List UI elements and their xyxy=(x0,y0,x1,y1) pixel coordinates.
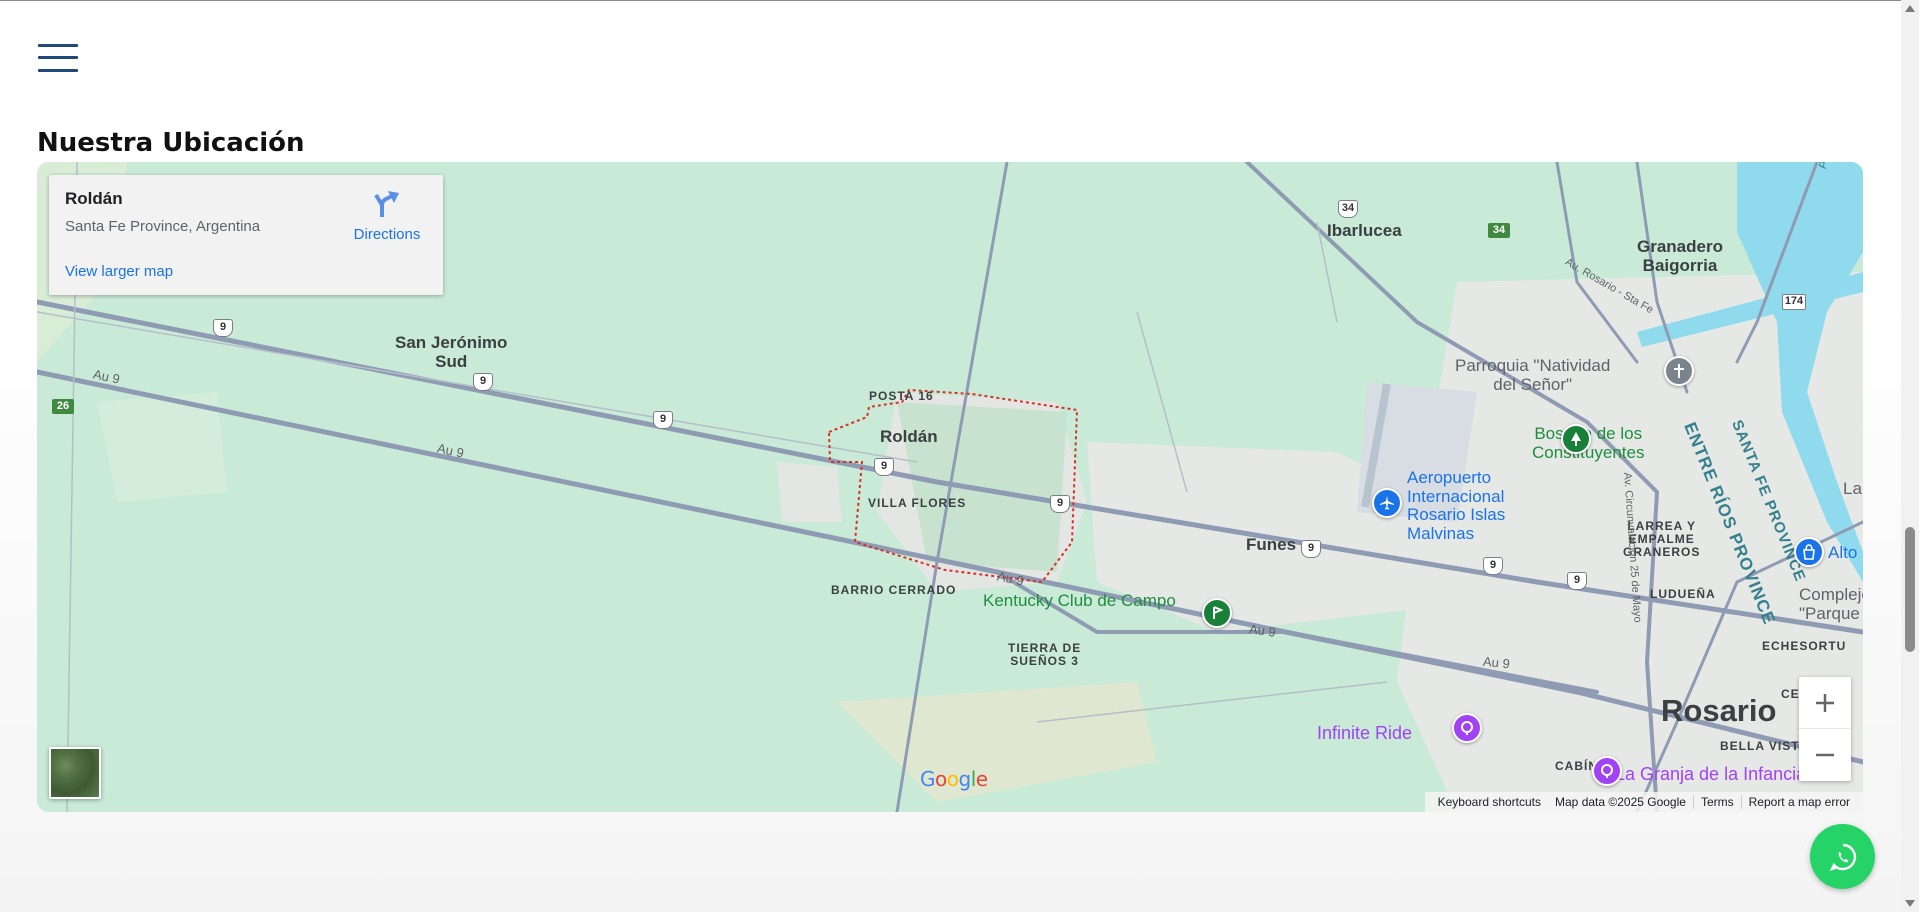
place-address: Santa Fe Province, Argentina xyxy=(65,218,261,235)
map-label-luduena: LUDUEÑA xyxy=(1650,587,1716,601)
airport-icon[interactable] xyxy=(1372,488,1402,518)
route-shield-9: 9 xyxy=(1050,495,1070,513)
map-label-san-jeronimo: San Jerónimo Sud xyxy=(395,333,508,371)
minus-icon xyxy=(1816,753,1834,757)
map-label-la: La xyxy=(1843,479,1862,498)
view-larger-map-link[interactable]: View larger map xyxy=(65,263,173,280)
map-label-infinite-ride: Infinite Ride xyxy=(1317,723,1413,743)
golf-icon[interactable] xyxy=(1202,598,1232,628)
map-label-la-granja: La Granja de la Infancia xyxy=(1615,764,1807,784)
map-label-aeropuerto: Aeropuerto Internacional Rosario Islas M… xyxy=(1407,468,1506,544)
zoom-out-button[interactable] xyxy=(1799,729,1851,781)
route-shield-34: 34 xyxy=(1338,200,1358,218)
report-error-link[interactable]: Report a map error xyxy=(1742,795,1857,809)
section-title: Nuestra Ubicación xyxy=(37,128,305,158)
map-label-granadero: Granadero Baigorria xyxy=(1637,237,1723,275)
amusement-icon[interactable] xyxy=(1452,713,1482,743)
satellite-layer-toggle[interactable] xyxy=(49,747,101,799)
terms-link[interactable]: Terms xyxy=(1694,795,1741,809)
route-shield-26: 26 xyxy=(52,399,74,414)
route-shield-9: 9 xyxy=(653,411,673,429)
map-attribution: Keyboard shortcuts Map data ©2025 Google… xyxy=(1424,792,1863,812)
map-label-barrio-cerrado: BARRIO CERRADO xyxy=(831,583,957,597)
route-shield-9: 9 xyxy=(1483,557,1503,575)
route-shield-34: 34 xyxy=(1488,223,1510,238)
route-shield-174: 174 xyxy=(1782,294,1806,310)
church-icon[interactable] xyxy=(1664,356,1694,386)
route-shield-9: 9 xyxy=(1301,540,1321,558)
shopping-icon[interactable] xyxy=(1794,537,1824,567)
map-label-ce: CE xyxy=(1781,687,1800,701)
map-label-parroquia: Parroquia "Natividad del Señor" xyxy=(1455,356,1611,394)
scroll-up-arrow-icon[interactable] xyxy=(1905,5,1915,12)
map-data-text: Map data ©2025 Google xyxy=(1555,795,1686,809)
tree-icon[interactable] xyxy=(1561,424,1591,454)
map-label-rosario: Rosario xyxy=(1661,693,1777,728)
place-name: Roldán xyxy=(65,189,123,208)
top-border xyxy=(0,0,1901,1)
map-label-bella-vista: BELLA VISTA xyxy=(1720,739,1809,753)
map-label-complejo: Complejo Cu "Parque de Es xyxy=(1799,585,1863,623)
map-label-kentucky: Kentucky Club de Campo xyxy=(983,591,1176,610)
map-label-ibarlucea: Ibarlucea xyxy=(1327,221,1402,240)
place-info-card: Roldán Santa Fe Province, Argentina View… xyxy=(49,175,443,295)
directions-icon xyxy=(374,191,399,217)
map-label-echesortu: ECHESORTU xyxy=(1762,639,1847,653)
directions-label: Directions xyxy=(353,226,421,243)
embedded-map[interactable]: San Jerónimo Sud Roldán Funes Ibarlucea … xyxy=(37,162,1863,812)
route-shield-9: 9 xyxy=(473,373,493,391)
directions-button[interactable]: Directions xyxy=(342,189,432,249)
map-label-funes: Funes xyxy=(1246,535,1297,554)
amusement-icon[interactable] xyxy=(1592,756,1622,786)
map-label-tierra-de-suenos: TIERRA DE SUEÑOS 3 xyxy=(1008,641,1082,669)
scrollbar-thumb[interactable] xyxy=(1905,527,1915,652)
map-label-posta16: POSTA 16 xyxy=(869,389,934,403)
zoom-control xyxy=(1799,677,1851,781)
whatsapp-icon xyxy=(1829,843,1856,871)
map-label-alto: Alto xyxy=(1828,543,1858,562)
plus-icon xyxy=(1816,693,1834,712)
route-shield-9: 9 xyxy=(213,319,233,337)
google-logo: Google xyxy=(920,767,988,791)
whatsapp-button[interactable] xyxy=(1810,824,1875,889)
menu-icon[interactable] xyxy=(38,44,78,74)
zoom-in-button[interactable] xyxy=(1799,677,1851,729)
map-label-villa-flores: VILLA FLORES xyxy=(868,496,967,510)
keyboard-shortcuts-link[interactable]: Keyboard shortcuts xyxy=(1431,795,1548,809)
route-shield-9: 9 xyxy=(1567,572,1587,590)
map-label-roldan: Roldán xyxy=(880,427,938,446)
route-shield-9: 9 xyxy=(874,458,894,476)
map-label-au9: Au 9 xyxy=(1482,653,1511,672)
page-scrollbar[interactable] xyxy=(1901,0,1919,912)
scroll-down-arrow-icon[interactable] xyxy=(1905,900,1915,907)
